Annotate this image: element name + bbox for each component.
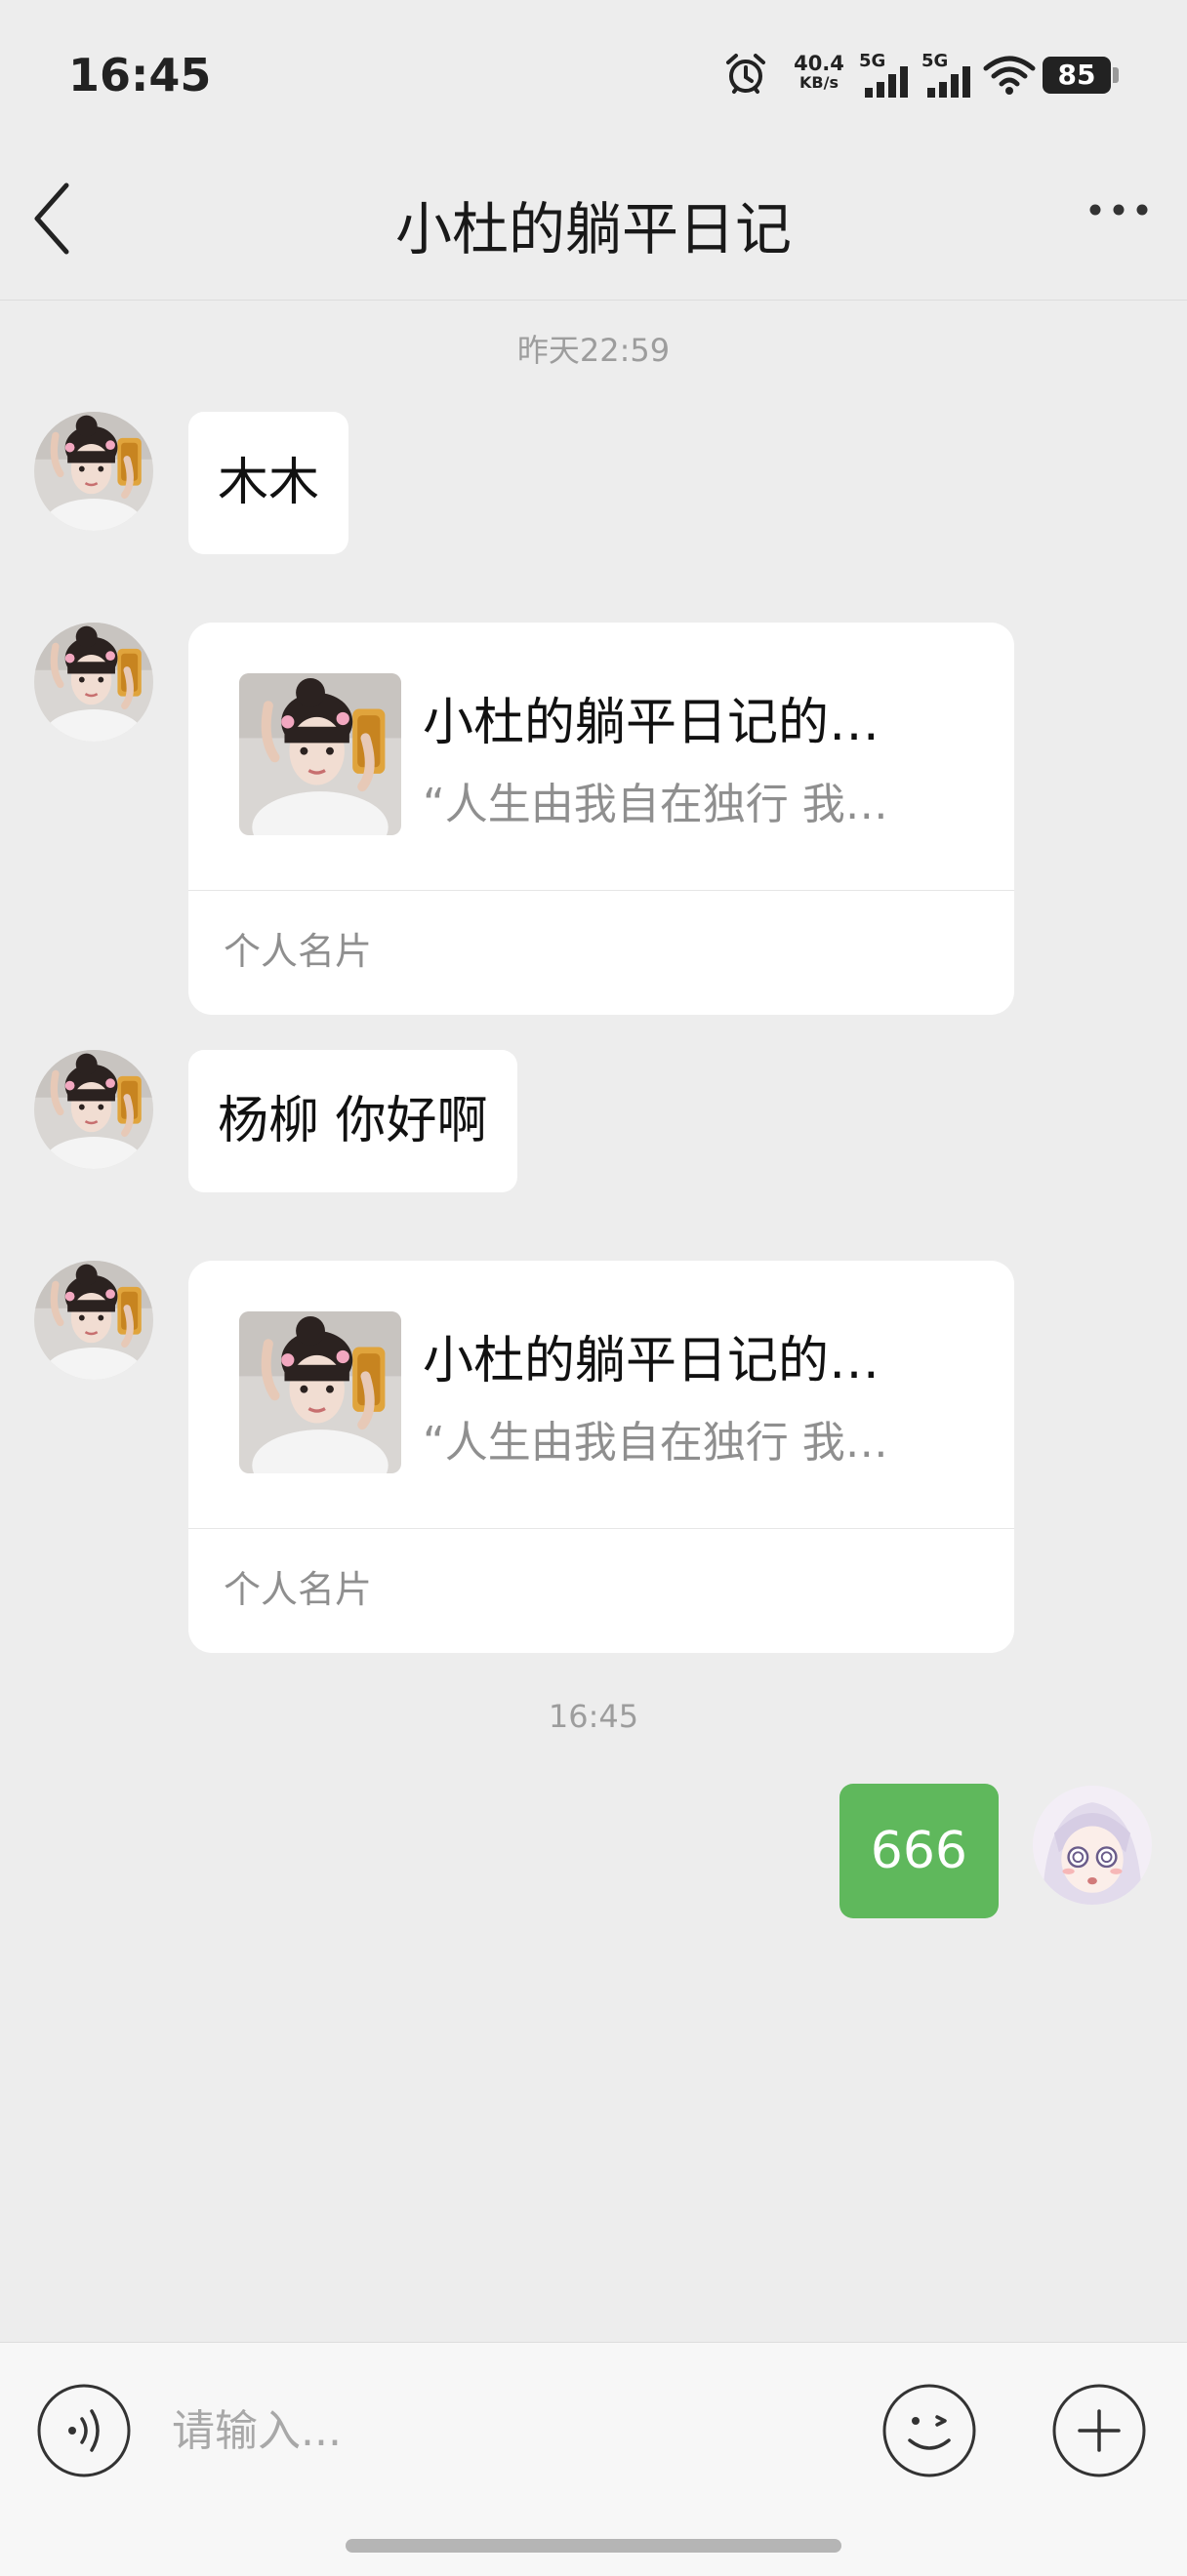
status-bar: 16:45 40.4 KB/s 5G 5G 85 (0, 0, 1187, 146)
contact-card-footer: 个人名片 (224, 930, 373, 973)
contact-avatar[interactable] (34, 1261, 153, 1380)
contact-card[interactable]: 小杜的躺平日记的… “人生由我自在独行 我… 个人名片 (188, 623, 1014, 1015)
contact-avatar[interactable] (34, 623, 153, 742)
status-time: 16:45 (68, 49, 212, 101)
battery-level: 85 (1043, 57, 1111, 94)
wifi-icon (983, 56, 1036, 95)
message-input[interactable] (172, 2395, 855, 2466)
message-bubble-outgoing[interactable]: 666 (839, 1784, 999, 1918)
voice-icon[interactable] (35, 2382, 133, 2479)
contact-card-divider (188, 890, 1014, 891)
alarm-icon (726, 54, 765, 94)
signal-2: 5G (921, 51, 978, 100)
my-avatar[interactable] (1033, 1786, 1152, 1905)
contact-card-title: 小杜的躺平日记的… (423, 1332, 880, 1390)
network-speed-value: 40.4 (794, 52, 844, 75)
battery-indicator: 85 (1043, 57, 1121, 94)
network-speed-unit: KB/s (799, 73, 839, 92)
contact-card-divider (188, 1528, 1014, 1529)
signal-bars-icon (865, 66, 908, 98)
contact-card-thumbnail (239, 1311, 401, 1473)
contact-card[interactable]: 小杜的躺平日记的… “人生由我自在独行 我… 个人名片 (188, 1261, 1014, 1653)
contact-card-subtitle: “人生由我自在独行 我… (423, 780, 888, 829)
chat-title: 小杜的躺平日记 (394, 196, 792, 262)
signal-bars-icon (927, 66, 970, 98)
emoji-icon[interactable] (880, 2382, 978, 2479)
message-bubble[interactable]: 木木 (188, 412, 349, 554)
chat-header: 小杜的躺平日记 (0, 146, 1187, 301)
network-speed: 40.4 KB/s (787, 53, 851, 92)
contact-card-title: 小杜的躺平日记的… (423, 694, 880, 752)
contact-card-footer: 个人名片 (224, 1568, 373, 1611)
message-bubble[interactable]: 杨柳 你好啊 (188, 1050, 517, 1192)
contact-card-thumbnail (239, 673, 401, 835)
battery-cap (1113, 67, 1119, 83)
home-indicator[interactable] (346, 2539, 841, 2553)
header-divider (0, 300, 1187, 301)
contact-avatar[interactable] (34, 1050, 153, 1169)
contact-avatar[interactable] (34, 412, 153, 531)
plus-icon[interactable] (1050, 2382, 1148, 2479)
signal-1: 5G (859, 51, 916, 100)
message-timestamp: 16:45 (548, 1698, 639, 1735)
more-dots-icon[interactable] (1087, 195, 1150, 224)
contact-card-subtitle: “人生由我自在独行 我… (423, 1418, 888, 1468)
message-timestamp: 昨天22:59 (516, 332, 671, 369)
